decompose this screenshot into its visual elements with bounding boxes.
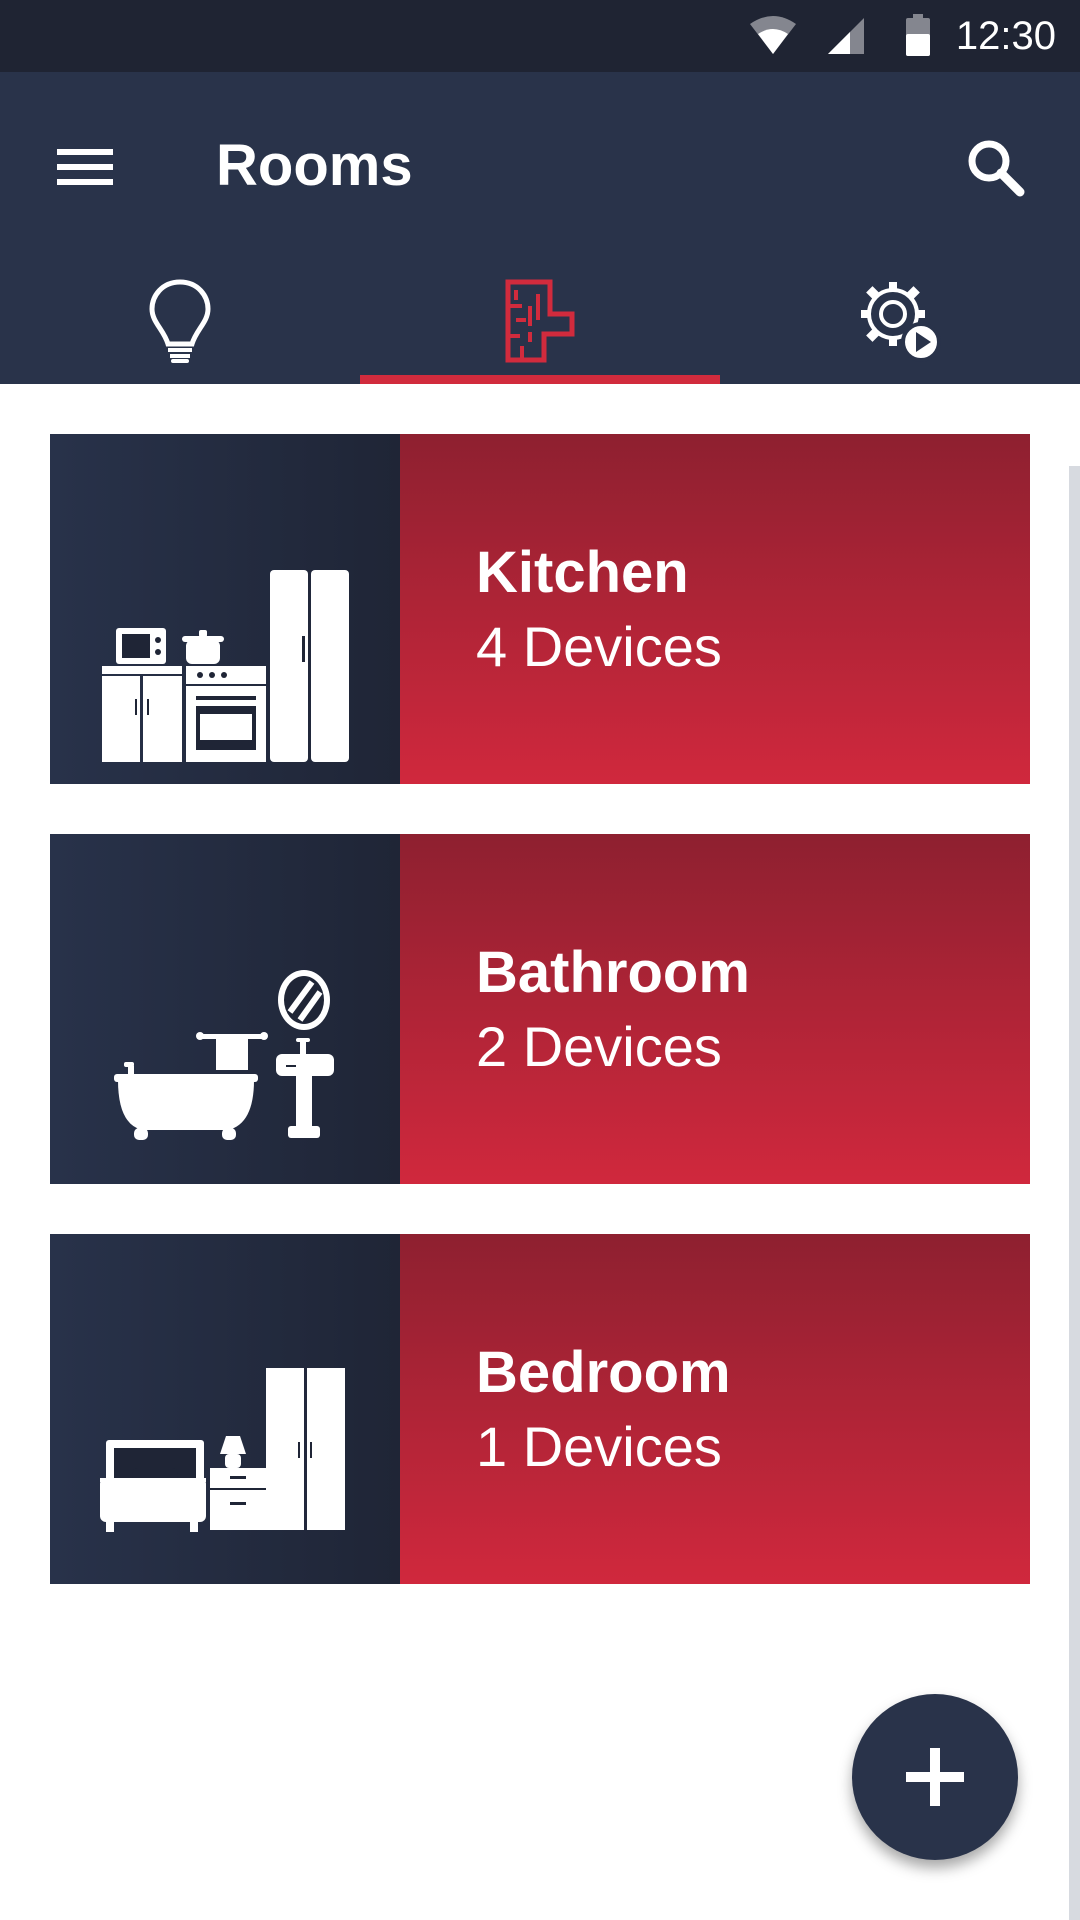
room-card-bathroom[interactable]: Bathroom 2 Devices xyxy=(50,834,1030,1184)
plus-icon xyxy=(906,1748,964,1806)
room-card-bedroom[interactable]: Bedroom 1 Devices xyxy=(50,1234,1030,1584)
tab-bar xyxy=(0,264,1080,384)
scrollbar[interactable] xyxy=(1069,466,1080,1920)
search-button[interactable] xyxy=(950,122,1040,212)
room-device-count: 4 Devices xyxy=(476,615,722,678)
room-device-count: 1 Devices xyxy=(476,1415,722,1478)
status-time: 12:30 xyxy=(955,14,1056,58)
gear-play-icon xyxy=(861,282,941,362)
room-thumbnail xyxy=(50,1234,400,1584)
page-title: Rooms xyxy=(216,133,413,198)
room-info: Bedroom 1 Devices xyxy=(400,1234,1030,1584)
battery-icon xyxy=(904,14,932,63)
room-device-count: 2 Devices xyxy=(476,1015,722,1078)
floorplan-icon xyxy=(505,279,575,363)
search-icon xyxy=(968,140,1025,197)
status-bar: 12:30 xyxy=(0,0,1080,72)
menu-button[interactable] xyxy=(40,122,130,212)
room-thumbnail xyxy=(50,834,400,1184)
kitchen-icon xyxy=(102,570,349,762)
tab-scenes[interactable] xyxy=(720,264,1080,384)
bedroom-icon xyxy=(100,1368,345,1532)
lightbulb-icon xyxy=(149,279,211,363)
tab-rooms[interactable] xyxy=(360,264,720,384)
room-info: Kitchen 4 Devices xyxy=(400,434,1030,784)
bathroom-icon xyxy=(114,970,334,1140)
menu-icon xyxy=(57,149,113,185)
wifi-icon xyxy=(748,14,798,63)
tab-indicator xyxy=(360,375,720,384)
room-name: Bedroom xyxy=(476,1340,731,1405)
room-name: Kitchen xyxy=(476,540,689,605)
room-name: Bathroom xyxy=(476,940,750,1005)
room-info: Bathroom 2 Devices xyxy=(400,834,1030,1184)
cell-signal-icon xyxy=(826,14,866,63)
app-bar: Rooms xyxy=(0,72,1080,384)
room-thumbnail xyxy=(50,434,400,784)
tab-lights[interactable] xyxy=(0,264,360,384)
room-card-kitchen[interactable]: Kitchen 4 Devices xyxy=(50,434,1030,784)
add-room-button[interactable] xyxy=(852,1694,1018,1860)
